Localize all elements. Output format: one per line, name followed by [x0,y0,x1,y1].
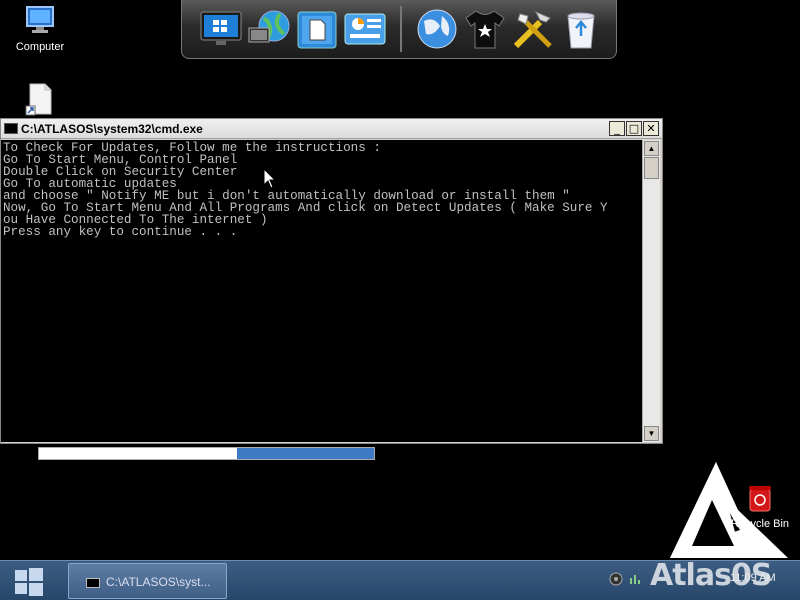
console-icon [86,578,100,588]
dock-item-documents[interactable] [294,6,340,52]
tshirt-icon [465,10,505,49]
network-icon [248,10,290,43]
scroll-thumb[interactable] [644,157,659,179]
document-shortcut-icon [25,83,52,116]
tools-icon [513,11,552,49]
mouse-cursor-icon [263,168,277,189]
dock-item-computer[interactable] [198,6,244,52]
control-panel-icon [344,13,386,45]
dock-item-recycle-bin[interactable] [558,6,604,52]
dock-item-network[interactable] [246,6,292,52]
minimize-button[interactable]: _ [609,121,625,136]
dock-item-tools[interactable] [510,6,556,52]
dock [181,0,617,59]
maximize-button[interactable]: □ [626,121,642,136]
console-icon [4,123,18,134]
taskbar-item-cmd[interactable]: C:\ATLASOS\syst... [68,563,227,599]
globe-icon [417,9,457,49]
scroll-up-button[interactable]: ▲ [644,141,659,156]
progress-bar [38,447,375,460]
close-button[interactable]: ✕ [643,121,659,136]
dock-item-themes[interactable] [462,6,508,52]
cmd-window-title: C:\ATLASOS\system32\cmd.exe [21,122,203,136]
clock[interactable]: 11:09 AM [730,572,776,584]
start-button[interactable] [14,567,44,597]
vertical-scrollbar[interactable]: ▲ ▼ [642,140,660,442]
monitor-icon [200,11,242,45]
progress-fill [236,448,374,459]
folder-icon [297,11,337,49]
scroll-down-button[interactable]: ▼ [644,426,659,441]
console-line: Press any key to continue . . . [3,225,238,239]
speaker-icon[interactable] [609,572,623,586]
dock-separator [400,6,402,52]
desktop-icon-computer[interactable]: Computer [5,4,75,53]
recycle-bin-icon [567,12,595,49]
dock-item-control-panel[interactable] [342,6,388,52]
desktop-icon-document[interactable] [5,82,75,119]
cmd-window[interactable]: C:\ATLASOS\system32\cmd.exe _ □ ✕ To Che… [0,118,663,444]
desktop-icon-label: Computer [15,41,65,53]
dock-item-browser[interactable] [414,6,460,52]
atlas-logo [670,462,788,558]
cmd-title-bar[interactable]: C:\ATLASOS\system32\cmd.exe _ □ ✕ [1,119,662,139]
console-output[interactable]: To Check For Updates, Follow me the inst… [1,140,642,442]
taskbar-item-label: C:\ATLASOS\syst... [106,575,211,589]
network-status-icon[interactable] [628,572,642,586]
computer-icon [26,6,54,33]
